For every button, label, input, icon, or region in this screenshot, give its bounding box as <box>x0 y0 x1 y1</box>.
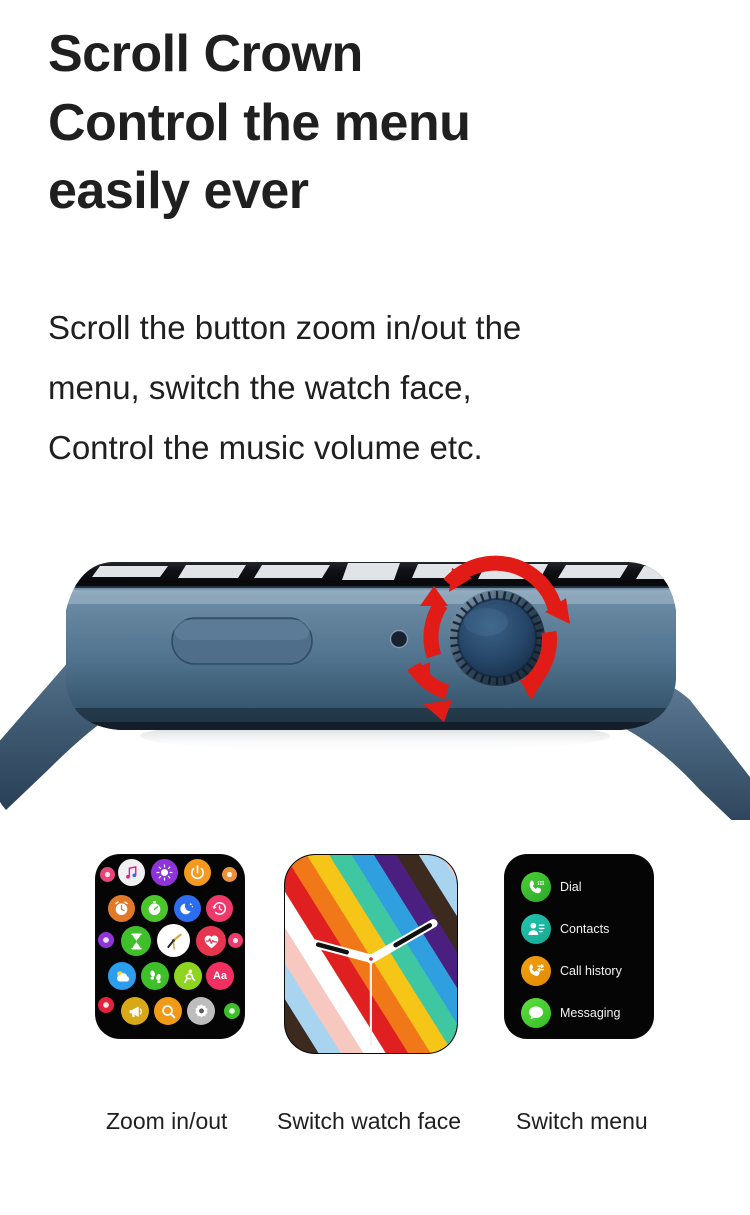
calculator-icon[interactable] <box>98 932 114 948</box>
watch-screen-app-grid: Aa <box>96 855 244 1038</box>
music-icon[interactable] <box>118 859 145 886</box>
contacts-icon <box>521 914 551 944</box>
thumbnail-zoom-in-out[interactable]: Aa <box>96 855 244 1038</box>
heart-rate-icon[interactable] <box>196 926 226 956</box>
stopwatch-icon[interactable] <box>141 895 168 922</box>
caption-switch-menu: Switch menu <box>516 1108 648 1134</box>
page-subtitle: Scroll the button zoom in/out the menu, … <box>48 298 718 478</box>
watch-screen-menu-list: Dial Contacts Call history Messaging <box>505 855 653 1038</box>
microphone-hole <box>389 629 409 649</box>
headline-line-2: Control the menu <box>48 93 471 152</box>
menu-item-contacts[interactable]: Contacts <box>505 908 653 950</box>
settings-icon[interactable] <box>187 997 215 1025</box>
upload-icon[interactable] <box>222 867 237 882</box>
headline-line-1: Scroll Crown <box>48 25 363 83</box>
subtitle-line-2: menu, switch the watch face, <box>48 369 472 407</box>
app-grid: Aa <box>96 855 244 1038</box>
menu-item-label: Contacts <box>560 922 610 936</box>
digital-crown[interactable] <box>449 590 545 686</box>
menu-item-label: Dial <box>560 880 582 894</box>
caption-zoom-in-out: Zoom in/out <box>106 1108 228 1134</box>
feature-thumbnails: Aa Dial Contacts Call history Messaging <box>0 855 750 1065</box>
clock-face-icon[interactable] <box>157 924 190 957</box>
workout-icon[interactable] <box>174 962 202 990</box>
pride-stripes-watch-face <box>285 855 457 1053</box>
subtitle-line-3: Control the music volume etc. <box>48 429 483 467</box>
menu-item-label: Messaging <box>560 1006 621 1020</box>
dial-keypad-icon <box>521 872 551 902</box>
alarm-bell-icon[interactable] <box>100 867 115 882</box>
menu-item-dial[interactable]: Dial <box>505 866 653 908</box>
thumbnail-switch-menu[interactable]: Dial Contacts Call history Messaging <box>505 855 653 1038</box>
history-icon[interactable] <box>206 895 233 922</box>
power-icon[interactable] <box>184 859 211 886</box>
find-phone-icon[interactable] <box>154 997 182 1025</box>
menu-list: Dial Contacts Call history Messaging <box>505 855 653 1038</box>
side-button[interactable] <box>171 617 313 665</box>
thumbnail-captions: Zoom in/out Switch watch face Switch men… <box>0 1108 750 1148</box>
steps-icon[interactable] <box>141 962 169 990</box>
text-size-icon[interactable]: Aa <box>206 962 234 990</box>
menu-item-label: Call history <box>560 964 622 978</box>
sleep-moon-icon[interactable] <box>174 895 201 922</box>
page-title: Scroll Crown Control the menu easily eve… <box>48 20 708 226</box>
headline-line-3: easily ever <box>48 162 309 221</box>
thumbnail-switch-watch-face[interactable] <box>285 855 457 1053</box>
call-history-icon <box>521 956 551 986</box>
weather-icon[interactable] <box>108 962 136 990</box>
watch-screen-watch-face <box>285 855 457 1053</box>
phone-icon[interactable] <box>224 1003 240 1019</box>
menu-item-messaging[interactable]: Messaging <box>505 992 653 1034</box>
brightness-icon[interactable] <box>151 859 178 886</box>
menu-item-call-history[interactable]: Call history <box>505 950 653 992</box>
caption-switch-watch-face: Switch watch face <box>277 1108 462 1134</box>
subtitle-line-1: Scroll the button zoom in/out the <box>48 309 522 346</box>
info-icon[interactable] <box>228 933 243 948</box>
smartwatch-side-view <box>0 555 750 832</box>
megaphone-icon[interactable] <box>121 997 149 1025</box>
heart-icon[interactable] <box>98 997 114 1013</box>
timer-icon[interactable] <box>121 926 151 956</box>
app-icon-label: Aa <box>212 969 228 982</box>
messaging-icon <box>521 998 551 1028</box>
alarm-clock-icon[interactable] <box>108 895 135 922</box>
smartwatch-hero-image <box>0 540 750 832</box>
